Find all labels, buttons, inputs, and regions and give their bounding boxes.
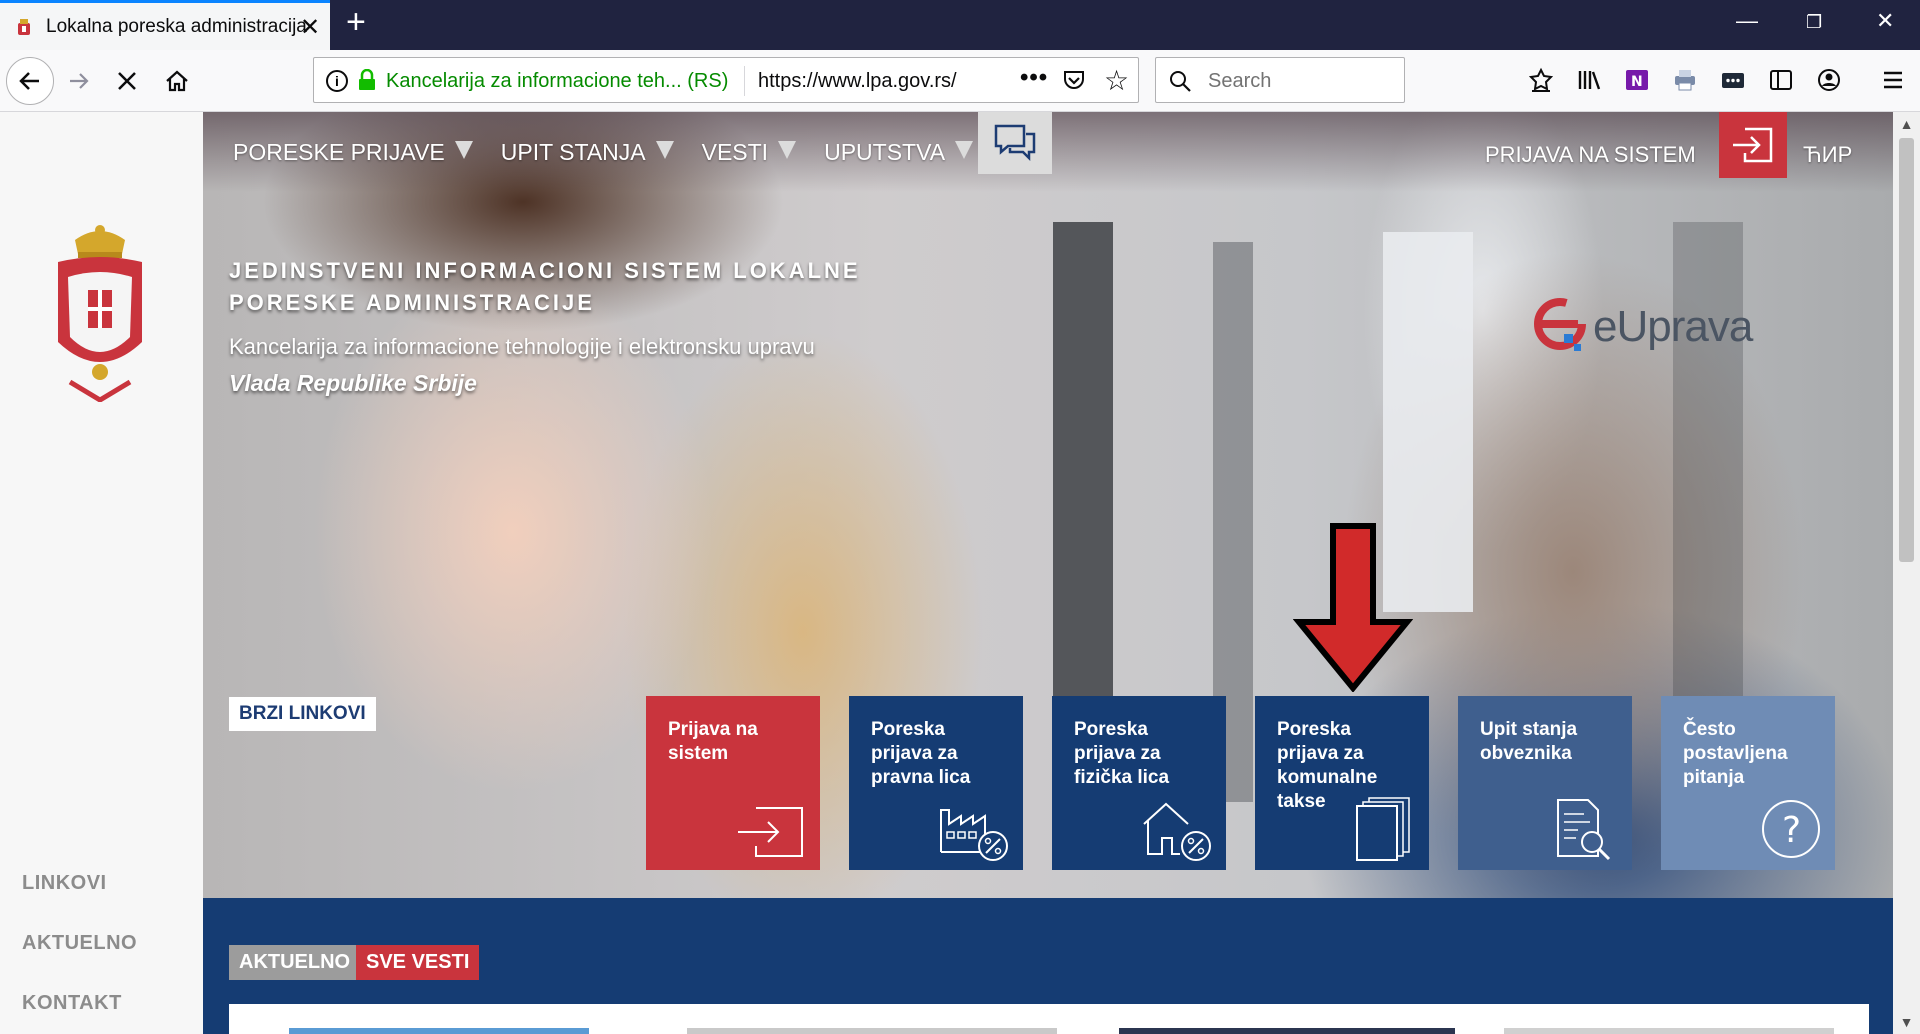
bookmark-star-icon[interactable]: ☆ [1104,64,1129,97]
news-cards-strip [229,1004,1869,1034]
library-icon[interactable] [1576,67,1602,93]
tile-label: Upit stanja obveznika [1480,719,1578,764]
login-button[interactable] [1719,112,1787,178]
tile-upit-stanja-obveznika[interactable]: Upit stanja obveznika [1458,696,1632,870]
menu-poreske-prijave[interactable]: PORESKE PRIJAVE [233,139,473,166]
browser-navigation-bar: i Kancelarija za informacione teh... (RS… [0,50,1920,112]
hero-subtitle: Kancelarija za informacione tehnologije … [229,334,815,359]
menu-upit-stanja[interactable]: UPIT STANJA [501,139,674,166]
news-section: AKTUELNO SVE VESTI [203,898,1893,1034]
menu-label: PORESKE PRIJAVE [233,138,445,165]
page-actions-icon[interactable]: ••• [1020,64,1048,92]
site-identity-label[interactable]: Kancelarija za informacione teh... (RS) [386,70,728,93]
scroll-up-arrow-icon[interactable]: ▲ [1893,112,1920,136]
tab-sve-vesti[interactable]: SVE VESTI [356,945,480,980]
padlock-icon[interactable] [358,69,376,91]
dropdown-arrow-icon [454,141,473,159]
tile-label: Poreska prijava za fizička lica [1074,719,1170,788]
serbia-coat-of-arms-favicon-icon [18,19,30,35]
stop-x-icon [118,72,136,90]
language-switch-cyrillic[interactable]: ЋИР [1803,142,1852,168]
news-card-thumbnail[interactable] [1504,1028,1834,1034]
tile-poreska-prijava-komunalne-takse[interactable]: Poreska prijava za komunalne takse [1255,696,1429,870]
tile-prijava-na-sistem[interactable]: Prijava na sistem [646,696,820,870]
new-tab-button[interactable]: + [346,3,366,42]
search-placeholder: Search [1208,70,1272,92]
password-manager-icon[interactable] [1720,67,1746,93]
sidebar-toggle-icon[interactable] [1768,67,1794,93]
sidebar-link-aktuelno[interactable]: AKTUELNO [22,932,137,955]
tile-poreska-prijava-fizicka-lica[interactable]: Poreska prijava za fizička lica [1052,696,1226,870]
scroll-down-arrow-icon[interactable]: ▼ [1893,1010,1920,1034]
page-scrollbar[interactable]: ▲ ▼ [1893,112,1920,1034]
window-close-button[interactable]: ✕ [1876,8,1894,34]
news-card-thumbnail[interactable] [289,1028,589,1034]
dropdown-arrow-icon [778,141,797,159]
browser-search-bar[interactable]: Search [1155,57,1405,103]
dropdown-arrow-icon [955,141,974,159]
minimize-button[interactable]: — [1736,8,1758,34]
search-icon [1170,71,1191,92]
chat-button[interactable] [978,112,1052,174]
news-card-thumbnail[interactable] [687,1028,1057,1034]
pocket-icon[interactable] [1062,68,1086,92]
address-bar[interactable]: i Kancelarija za informacione teh... (RS… [313,57,1139,103]
menu-vesti[interactable]: VESTI [701,138,797,166]
chat-bubbles-icon [994,124,1036,162]
main-menu: PORESKE PRIJAVE UPIT STANJA VESTI UPUTST… [203,112,1001,192]
menu-uputstva[interactable]: UPUTSTVA [824,138,974,166]
site-info-icon[interactable]: i [326,70,348,92]
browser-tab-active[interactable]: Lokalna poreska administracija ✕ [0,0,330,50]
home-button[interactable] [160,50,194,112]
document-search-icon [1557,799,1611,861]
forward-arrow-icon [70,73,89,89]
print-extension-icon[interactable] [1672,67,1698,93]
back-arrow-icon [19,72,39,90]
house-percent-icon [1143,802,1211,861]
onenote-icon[interactable]: N [1624,67,1650,93]
hero-title: JEDINSTVENI INFORMACIONI SISTEM LOKALNE … [229,258,861,315]
documents-stack-icon [1356,797,1410,861]
login-icon [738,807,803,857]
tile-label: Prijava na sistem [668,719,758,764]
hamburger-menu-icon[interactable] [1880,67,1906,93]
tab-aktuelno[interactable]: AKTUELNO [229,945,361,980]
tab-title: Lokalna poreska administracija [46,16,307,37]
serbia-coat-of-arms-logo[interactable] [50,222,150,402]
question-circle-icon: ? [1762,800,1820,858]
tab-close-icon[interactable]: ✕ [300,13,320,42]
browser-tab-strip: Lokalna poreska administracija ✕ + — ❐ ✕ [0,0,1920,50]
tile-label: Poreska prijava za pravna lica [871,719,971,788]
login-arrow-icon [1733,127,1773,163]
news-card-thumbnail[interactable] [1119,1028,1455,1034]
sidebar-link-kontakt[interactable]: KONTAKT [22,992,122,1015]
hero-banner: PORESKE PRIJAVE UPIT STANJA VESTI UPUTST… [203,112,1893,898]
factory-percent-icon [940,809,1008,861]
svg-text:N: N [1631,74,1643,90]
account-icon[interactable] [1816,67,1842,93]
back-button[interactable] [6,57,54,105]
dropdown-arrow-icon [655,141,674,159]
sidebar-link-linkovi[interactable]: LINKOVI [22,872,107,895]
scrollbar-thumb[interactable] [1899,138,1914,562]
tile-poreska-prijava-pravna-lica[interactable]: Poreska prijava za pravna lica [849,696,1023,870]
svg-text:?: ? [1782,810,1801,851]
menu-label: UPUTSTVA [824,138,946,165]
quick-links-label: BRZI LINKOVI [229,697,376,731]
euprava-logo-text: eUprava [1593,302,1753,351]
red-down-arrow-annotation-icon [1293,523,1413,692]
url-text[interactable]: https://www.lpa.gov.rs/ [758,70,988,93]
hero-government: Vlada Republike Srbije [229,370,477,396]
menu-label: UPIT STANJA [500,138,646,165]
login-link[interactable]: PRIJAVA NA SISTEM [1485,142,1696,168]
bookmarks-star-icon[interactable] [1528,67,1554,93]
forward-button[interactable] [64,50,94,112]
tile-cesto-postavljena-pitanja[interactable]: Često postavljena pitanja ? [1661,696,1835,870]
home-icon [166,70,188,92]
url-separator [744,66,745,96]
menu-label: VESTI [701,138,769,165]
tile-label: Često postavljena pitanja [1683,719,1788,788]
stop-loading-button[interactable] [112,50,142,112]
restore-button[interactable]: ❐ [1806,12,1822,33]
